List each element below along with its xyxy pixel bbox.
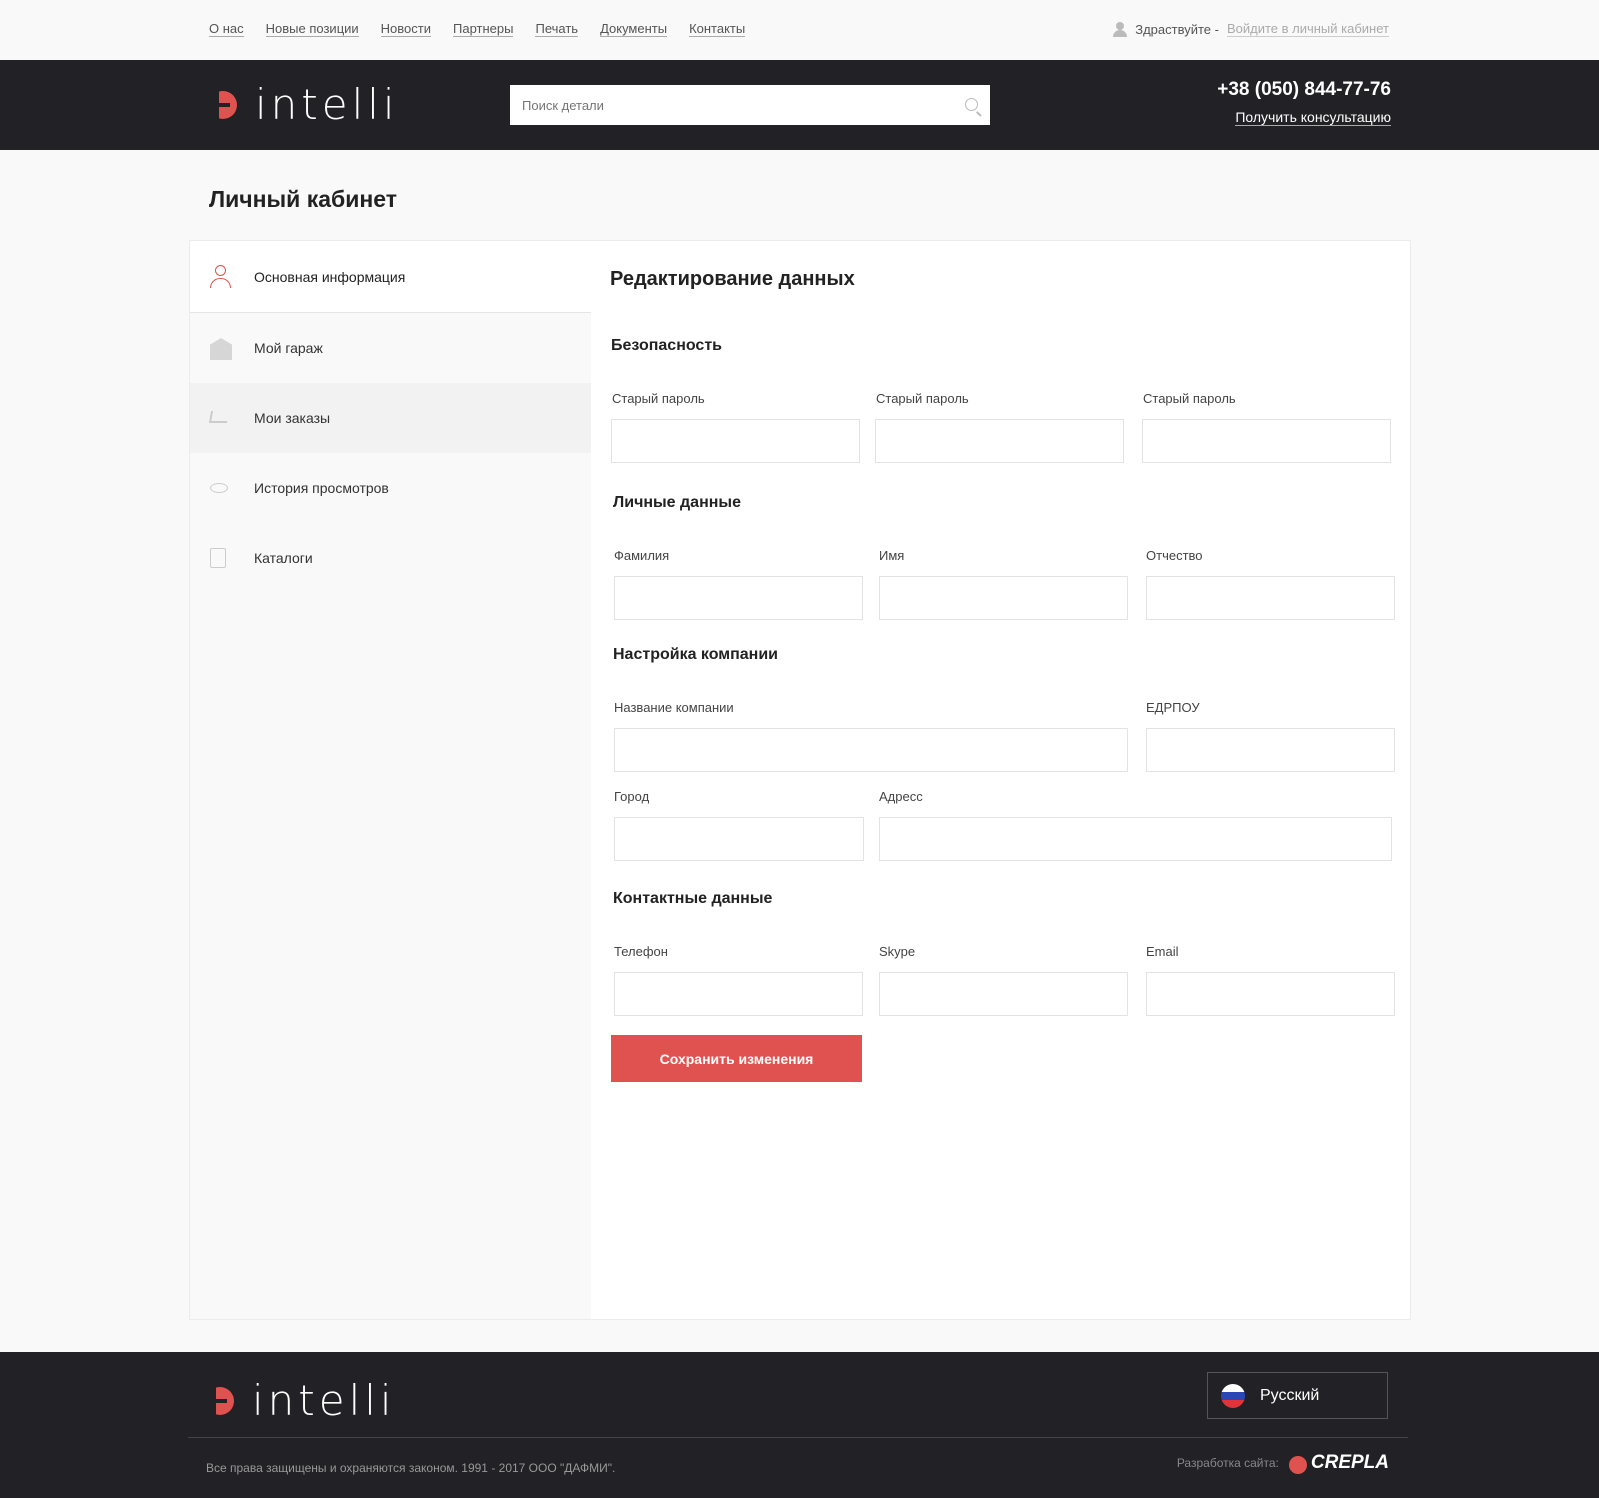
skype-input[interactable] <box>880 973 1127 1015</box>
sidebar-item-catalogs[interactable]: Каталоги <box>190 523 591 593</box>
field-label: Skype <box>879 944 916 959</box>
sidebar-item-garage[interactable]: Мой гараж <box>190 313 591 383</box>
sidebar-item-history[interactable]: История просмотров <box>190 453 591 523</box>
old-password-field-1 <box>611 419 860 463</box>
footer-logo[interactable]: intelli <box>206 1380 396 1422</box>
last-name-input[interactable] <box>615 577 862 619</box>
company-name-field <box>614 728 1128 772</box>
logo-text: intelli <box>255 80 399 129</box>
field-label: Имя <box>879 548 905 563</box>
top-navigation: О нас Новые позиции Новости Партнеры Печ… <box>209 22 746 37</box>
logo-mark-icon <box>206 1387 234 1415</box>
account-sidebar: Основная информация Мой гараж Мои заказы… <box>190 241 591 1319</box>
first-name-input[interactable] <box>880 577 1127 619</box>
field-label: Название компании <box>614 700 734 715</box>
section-title-personal: Личные данные <box>613 494 741 511</box>
old-password-field-2 <box>875 419 1124 463</box>
field-label: Телефон <box>614 944 668 959</box>
section-title-security: Безопасность <box>611 337 722 354</box>
page-title: Личный кабинет <box>209 186 397 212</box>
search-icon[interactable] <box>965 98 978 111</box>
field-label: Отчество <box>1146 548 1203 563</box>
developer-credit: Разработка сайта: CREPLA <box>1177 1452 1389 1474</box>
site-header: intelli +38 (050) 844-77-76 Получить кон… <box>0 60 1599 150</box>
pdf-icon <box>210 548 226 568</box>
nav-link-news[interactable]: Новости <box>380 22 431 37</box>
city-input[interactable] <box>615 818 863 860</box>
sidebar-item-label: История просмотров <box>254 480 389 496</box>
phone-input[interactable] <box>615 973 862 1015</box>
developer-label: Разработка сайта: <box>1176 1456 1279 1470</box>
first-name-field <box>879 576 1128 620</box>
top-bar: О нас Новые позиции Новости Партнеры Печ… <box>0 0 1599 60</box>
sidebar-item-label: Основная информация <box>254 268 406 285</box>
email-field <box>1146 972 1395 1016</box>
company-name-input[interactable] <box>615 729 1127 771</box>
site-logo[interactable]: intelli <box>209 84 399 126</box>
old-password-input-2[interactable] <box>876 420 1123 462</box>
nav-link-documents[interactable]: Документы <box>600 22 668 37</box>
greeting-text: Здраствуйте - <box>1135 21 1219 37</box>
city-field <box>614 817 864 861</box>
cart-icon <box>208 411 230 423</box>
address-field <box>879 817 1392 861</box>
sidebar-item-label: Мой гараж <box>254 340 323 356</box>
nav-link-about[interactable]: О нас <box>209 22 244 37</box>
skype-field <box>879 972 1128 1016</box>
phone-number: +38 (050) 844-77-76 <box>1217 79 1391 100</box>
edrpou-input[interactable] <box>1147 729 1394 771</box>
field-label: Старый пароль <box>876 391 969 406</box>
old-password-input-1[interactable] <box>612 420 859 462</box>
copyright-text: Все права защищены и охраняются законом.… <box>206 1461 616 1475</box>
save-changes-button[interactable]: Сохранить изменения <box>611 1035 862 1082</box>
nav-link-print[interactable]: Печать <box>535 22 579 37</box>
sidebar-item-orders[interactable]: Мои заказы <box>190 383 591 453</box>
russian-flag-icon <box>1221 1384 1245 1408</box>
site-footer: intelli Русский Все права защищены и охр… <box>0 1352 1599 1498</box>
garage-icon <box>210 338 232 360</box>
patronymic-field <box>1146 576 1395 620</box>
user-greeting: Здраствуйте - Войдите в личный кабинет <box>1113 21 1389 37</box>
email-input[interactable] <box>1147 973 1394 1015</box>
phone-field <box>614 972 863 1016</box>
account-panel: Основная информация Мой гараж Мои заказы… <box>189 240 1411 1320</box>
sidebar-item-label: Мои заказы <box>254 410 331 426</box>
logo-mark-icon <box>209 91 237 119</box>
user-icon-body <box>210 278 231 288</box>
sidebar-item-label: Каталоги <box>254 550 313 566</box>
old-password-field-3 <box>1142 419 1391 463</box>
edrpou-field <box>1146 728 1395 772</box>
field-label: Фамилия <box>614 548 670 563</box>
section-title-contacts: Контактные данные <box>613 890 773 907</box>
login-link[interactable]: Войдите в личный кабинет <box>1226 21 1389 37</box>
field-label: ЕДРПОУ <box>1146 700 1200 715</box>
form-title: Редактирование данных <box>610 268 855 290</box>
old-password-input-3[interactable] <box>1143 420 1390 462</box>
field-label: Старый пароль <box>612 391 705 406</box>
patronymic-input[interactable] <box>1147 577 1394 619</box>
footer-divider <box>188 1437 1408 1438</box>
field-label: Email <box>1146 944 1179 959</box>
eye-icon <box>210 483 228 493</box>
sidebar-item-basic-info[interactable]: Основная информация <box>190 241 591 313</box>
user-icon <box>215 265 226 276</box>
logo-text: intelli <box>252 1376 396 1425</box>
last-name-field <box>614 576 863 620</box>
user-icon <box>1113 22 1128 37</box>
section-title-company: Настройка компании <box>613 646 779 663</box>
search-input[interactable] <box>510 85 990 125</box>
nav-link-contacts[interactable]: Контакты <box>689 22 746 37</box>
developer-logo[interactable]: CREPLA <box>1288 1452 1389 1474</box>
consultation-link[interactable]: Получить консультацию <box>1235 109 1391 126</box>
address-input[interactable] <box>880 818 1391 860</box>
search-box <box>510 85 990 125</box>
field-label: Адресс <box>879 789 923 804</box>
field-label: Город <box>614 789 650 804</box>
nav-link-partners[interactable]: Партнеры <box>453 22 514 37</box>
language-label: Русский <box>1260 1386 1320 1404</box>
field-label: Старый пароль <box>1143 391 1236 406</box>
language-selector[interactable]: Русский <box>1207 1372 1388 1419</box>
nav-link-new-items[interactable]: Новые позиции <box>265 22 359 37</box>
